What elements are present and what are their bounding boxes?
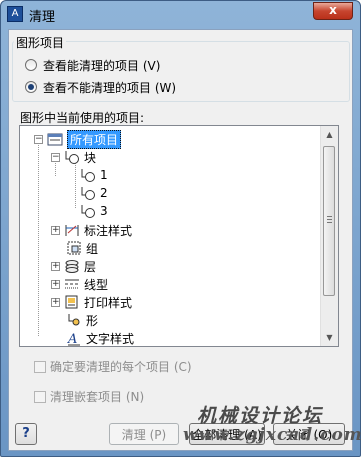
- tree-label: 图形中当前使用的项目:: [20, 111, 145, 125]
- tree-node-block-1[interactable]: 1: [80, 166, 108, 184]
- tree-node-dimstyle[interactable]: + 标注样式: [51, 221, 132, 239]
- tree-node-root[interactable]: − 所有项目: [34, 129, 122, 149]
- radio-label: 查看能清理的项目 (V): [43, 58, 161, 73]
- purge-all-button[interactable]: 全部清理 (A): [189, 423, 265, 445]
- purge-dialog: A 清理 x 图形项目 查看能清理的项目 (V) 查看不能清理的项目 (W) 图…: [0, 0, 361, 457]
- svg-text:A: A: [67, 332, 77, 346]
- items-tree[interactable]: − 所有项目 − 块 1 2 3 + 标注样式 组 + 层 + 线型 + 打印样…: [19, 125, 339, 347]
- grip-line: [327, 222, 332, 223]
- block-icon: [81, 187, 95, 200]
- radio-circle[interactable]: [25, 81, 37, 93]
- node-label: 形: [86, 313, 99, 328]
- plot-style-icon: [65, 295, 78, 309]
- radio-view-nonpurgeable[interactable]: 查看不能清理的项目 (W): [25, 79, 176, 95]
- tree-node-block[interactable]: − 块: [51, 148, 96, 166]
- grip-line: [327, 219, 332, 220]
- node-label: 所有项目: [67, 129, 122, 149]
- tree-node-shape[interactable]: 形: [66, 311, 98, 329]
- block-icon: [81, 169, 95, 182]
- expand-icon[interactable]: +: [51, 297, 60, 307]
- group-label: 图形项目: [14, 34, 67, 51]
- close-button[interactable]: 关闭 (O): [273, 423, 345, 445]
- dialog-title: 清理: [29, 10, 56, 25]
- checkbox-purge-nested[interactable]: 清理嵌套项目 (N): [34, 388, 144, 405]
- tree-node-block-3[interactable]: 3: [80, 202, 108, 220]
- close-window-button[interactable]: x: [313, 2, 353, 20]
- node-label: 组: [86, 241, 99, 256]
- block-icon: [65, 151, 79, 164]
- node-label: 2: [100, 186, 108, 200]
- checkbox-box[interactable]: [34, 360, 46, 373]
- expand-icon[interactable]: +: [51, 261, 60, 271]
- node-label: 打印样式: [84, 295, 133, 310]
- collapse-icon[interactable]: −: [34, 134, 43, 144]
- tree-node-layer[interactable]: + 层: [51, 257, 96, 275]
- dimension-style-icon: [65, 225, 79, 236]
- expand-icon[interactable]: +: [51, 225, 60, 235]
- scroll-thumb[interactable]: [323, 146, 335, 296]
- group-icon: [67, 241, 81, 255]
- node-label: 文字样式: [86, 331, 135, 346]
- checkbox-box[interactable]: [34, 390, 46, 403]
- checkbox-label: 清理嵌套项目 (N): [50, 390, 145, 404]
- tree-node-plotstyle[interactable]: + 打印样式: [51, 293, 132, 311]
- node-label: 块: [84, 150, 97, 165]
- tree-node-block-2[interactable]: 2: [80, 184, 108, 202]
- radio-label: 查看不能清理的项目 (W): [43, 80, 177, 95]
- app-icon: A: [7, 6, 23, 22]
- block-icon: [81, 205, 95, 218]
- tree-line: [38, 140, 39, 336]
- grip-line: [327, 216, 332, 217]
- expand-icon[interactable]: +: [51, 279, 60, 289]
- radio-circle[interactable]: [25, 59, 37, 71]
- scroll-up-icon[interactable]: ▲: [321, 126, 338, 143]
- tree-line: [75, 160, 76, 208]
- node-label: 标注样式: [84, 223, 133, 238]
- linetype-icon: [65, 279, 79, 289]
- all-items-icon: [47, 133, 63, 146]
- text-style-icon: A: [67, 332, 80, 346]
- checkbox-label: 确定要清理的每个项目 (C): [50, 360, 192, 374]
- node-label: 3: [100, 204, 108, 218]
- layer-icon: [65, 260, 79, 273]
- shape-icon: [68, 314, 80, 326]
- node-label: 1: [100, 168, 108, 182]
- node-label: 层: [84, 259, 97, 274]
- tree-scrollbar[interactable]: ▲ ▼: [320, 126, 338, 346]
- checkbox-confirm-each[interactable]: 确定要清理的每个项目 (C): [34, 358, 192, 375]
- collapse-icon[interactable]: −: [51, 152, 60, 162]
- tree-node-textstyle[interactable]: A 文字样式: [66, 329, 134, 347]
- purge-button[interactable]: 清理 (P): [109, 423, 179, 445]
- tree-node-linetype[interactable]: + 线型: [51, 275, 108, 293]
- help-button[interactable]: ?: [15, 423, 37, 445]
- tree-node-group[interactable]: 组: [66, 239, 98, 257]
- scroll-down-icon[interactable]: ▼: [321, 329, 338, 346]
- radio-view-purgeable[interactable]: 查看能清理的项目 (V): [25, 57, 160, 73]
- node-label: 线型: [84, 277, 109, 292]
- title-bar[interactable]: A 清理 x: [1, 1, 360, 28]
